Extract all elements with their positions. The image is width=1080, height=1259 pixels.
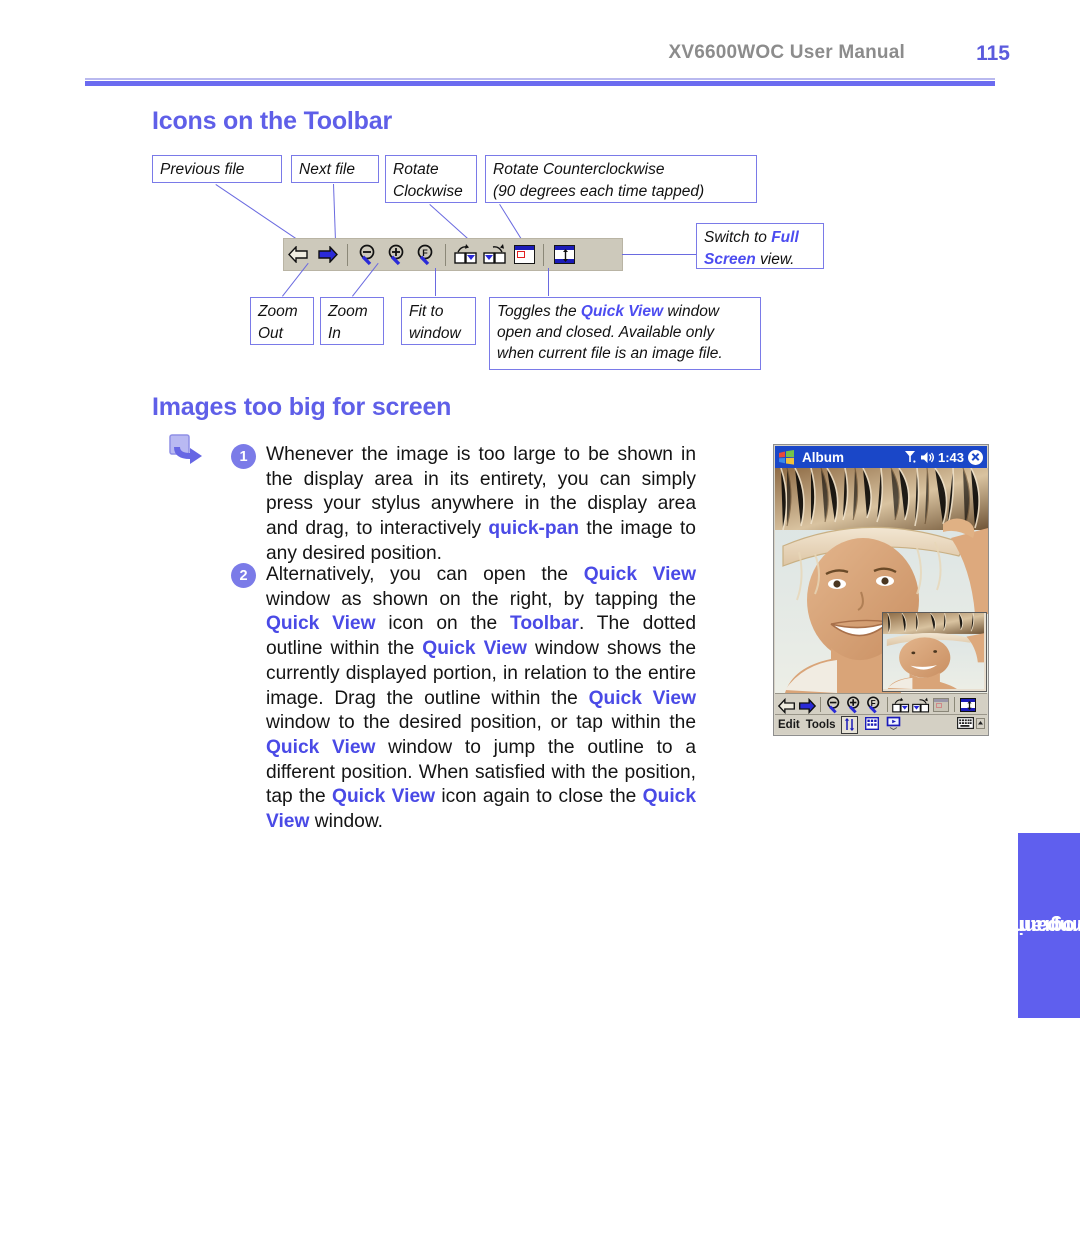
callout-previous-file: Previous file xyxy=(152,155,282,183)
section-heading-icons-on-toolbar: Icons on the Toolbar xyxy=(152,107,392,135)
quick-view-icon[interactable] xyxy=(510,241,537,268)
step2-b5: Quick View xyxy=(588,687,696,709)
pda-titlebar: Album 1:43 xyxy=(775,446,987,468)
connector-next-file xyxy=(332,184,337,247)
step2-b2: Quick View xyxy=(266,613,376,635)
step2-b3: Toolbar xyxy=(510,613,579,635)
close-icon[interactable] xyxy=(968,449,983,465)
side-tab-line2: Programs xyxy=(1002,914,1080,937)
callout-fullscreen-pre: Switch to xyxy=(704,229,772,246)
callout-rotate-ccw-line1: Rotate Counterclockwise xyxy=(493,161,665,178)
fit-to-window-icon[interactable]: F xyxy=(412,241,439,268)
step-2-text: Alternatively, you can open the Quick Vi… xyxy=(266,563,696,835)
pda-clock: 1:43 xyxy=(937,449,964,465)
rotate-clockwise-icon[interactable] xyxy=(452,241,479,268)
quick-view-inset[interactable] xyxy=(882,612,987,692)
quick-view-thumbnail xyxy=(883,613,984,689)
pda-toolbar-separator xyxy=(820,697,821,712)
quick-view-outline xyxy=(517,251,525,258)
pda-rotate-counterclockwise-icon[interactable] xyxy=(912,696,930,714)
page-turn-arrow-icon xyxy=(169,434,202,464)
step2-t8: icon again to close the xyxy=(435,786,643,808)
sort-toggle-icon[interactable] xyxy=(840,715,858,734)
full-screen-icon[interactable] xyxy=(550,241,577,268)
page-header: XV6600WOC User Manual 115 xyxy=(0,42,1080,72)
slideshow-icon[interactable] xyxy=(886,716,901,733)
svg-text:F: F xyxy=(422,248,428,258)
step2-b6: Quick View xyxy=(266,736,376,758)
callout-quick-view: Toggles the Quick View window open and c… xyxy=(489,297,761,370)
pda-zoom-out-icon[interactable] xyxy=(825,695,843,714)
section-heading-images-too-big: Images too big for screen xyxy=(152,393,452,421)
step2-b7: Quick View xyxy=(332,786,436,808)
pda-input-panel xyxy=(957,717,987,732)
step2-t6: window to the desired position, or tap w… xyxy=(266,712,696,734)
callout-quickview-bold: Quick View xyxy=(580,303,664,320)
callout-zoom-out: Zoom Out xyxy=(250,297,314,345)
connector-quick-view xyxy=(548,268,550,296)
speaker-icon[interactable] xyxy=(920,451,934,464)
callout-rotate-ccw-line2: (90 degrees each time tapped) xyxy=(493,183,705,200)
step1-bold-quickpan: quick-pan xyxy=(488,518,580,540)
pda-quick-view-outline xyxy=(936,702,942,708)
pda-toolbar-separator xyxy=(887,697,888,712)
pda-photo-area[interactable] xyxy=(775,468,988,693)
signal-icon[interactable] xyxy=(904,450,916,464)
manual-page: XV6600WOC User Manual 115 Icons on the T… xyxy=(0,0,1080,1259)
pda-previous-file-icon[interactable] xyxy=(778,696,796,714)
header-rule-thin xyxy=(85,78,995,80)
grid-icon[interactable] xyxy=(864,716,879,733)
next-file-icon[interactable] xyxy=(314,241,341,268)
pda-full-screen-icon[interactable] xyxy=(959,696,977,714)
zoom-in-icon[interactable] xyxy=(383,241,410,268)
callout-quickview-pre: Toggles the xyxy=(497,303,581,320)
page-number: 115 xyxy=(976,42,1010,65)
callout-next-file: Next file xyxy=(291,155,379,183)
pda-menubar: Edit Tools xyxy=(775,714,987,734)
connector-fit-to-window xyxy=(435,268,437,296)
windows-logo-icon xyxy=(778,449,795,465)
pda-status-area: 1:43 xyxy=(904,449,987,465)
quick-view-titlebar xyxy=(515,246,534,250)
callout-rotate-clockwise: Rotate Clockwise xyxy=(385,155,477,203)
toolbar-separator xyxy=(445,243,446,266)
pda-app-title: Album xyxy=(802,449,844,465)
step-1-text: Whenever the image is too large to be sh… xyxy=(266,443,696,567)
side-tab-companion-programs: CompanionPrograms xyxy=(994,833,1080,1018)
callout-full-screen: Switch to Full Screen view. xyxy=(696,223,824,269)
pda-rotate-clockwise-icon[interactable] xyxy=(892,696,910,714)
step2-t1: Alternatively, you can open the xyxy=(266,564,584,585)
step-number-1: 1 xyxy=(231,444,256,469)
rotate-counterclockwise-icon[interactable] xyxy=(481,241,508,268)
toolbar-separator xyxy=(347,243,348,266)
pda-menu-edit[interactable]: Edit xyxy=(778,719,800,731)
step2-t3: icon on the xyxy=(375,613,511,635)
toolbar-separator xyxy=(543,243,544,266)
callout-fullscreen-post: view. xyxy=(755,251,795,268)
input-panel-chevron-up-icon[interactable] xyxy=(976,717,985,732)
connector-rotate-ccw xyxy=(498,204,523,241)
step2-b1: Quick View xyxy=(583,564,696,585)
connector-full-screen xyxy=(622,254,696,256)
step2-b4: Quick View xyxy=(422,638,527,660)
pda-fit-to-window-icon[interactable]: F xyxy=(865,695,883,714)
callout-fit-to-window: Fit to window xyxy=(401,297,476,345)
pda-menu-tools[interactable]: Tools xyxy=(806,719,836,731)
callout-rotate-counterclockwise: Rotate Counterclockwise (90 degrees each… xyxy=(485,155,757,203)
keyboard-icon[interactable] xyxy=(957,717,975,732)
step-number-2: 2 xyxy=(231,563,256,588)
header-rule-thick xyxy=(85,81,995,86)
pda-screenshot: Album 1:43 F Edit Tools xyxy=(773,444,989,736)
step2-t2: window as shown on the right, by tapping… xyxy=(266,588,696,610)
pda-toolbar-separator xyxy=(954,697,955,712)
pda-next-file-icon[interactable] xyxy=(798,696,816,714)
pda-quick-view-titlebar xyxy=(934,698,948,702)
pda-toolbar: F xyxy=(775,693,987,715)
pda-zoom-in-icon[interactable] xyxy=(845,695,863,714)
toolbar-graphic: F xyxy=(283,238,623,271)
pda-quick-view-icon[interactable] xyxy=(932,696,950,714)
manual-title: XV6600WOC User Manual xyxy=(668,42,905,63)
step2-t9: window. xyxy=(309,811,383,833)
callout-zoom-in: Zoom In xyxy=(320,297,384,345)
